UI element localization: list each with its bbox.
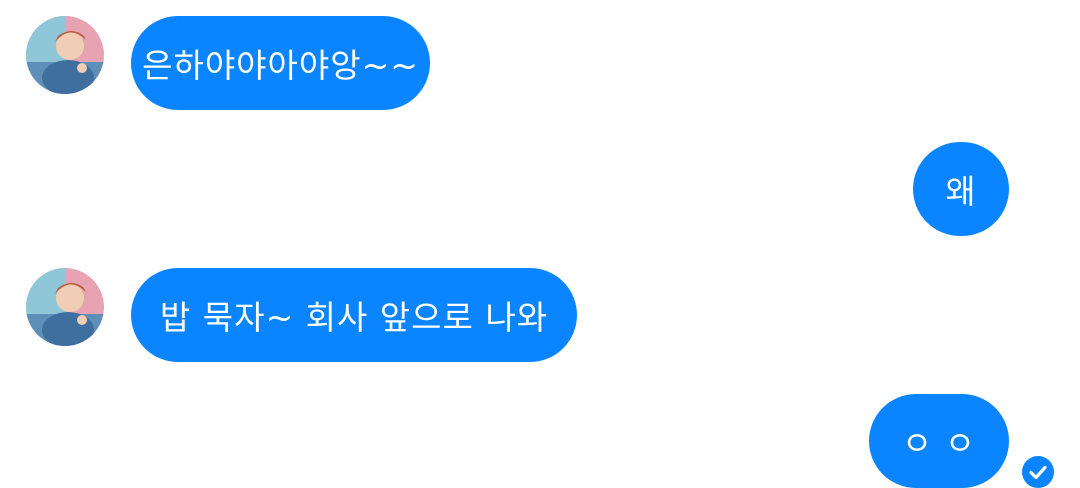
contact-avatar[interactable] xyxy=(26,16,104,94)
message-bubble-outgoing[interactable]: 왜 xyxy=(913,142,1009,236)
message-bubble-outgoing[interactable]: ㅇ ㅇ xyxy=(869,394,1009,488)
avatar-photo-icon xyxy=(26,268,104,346)
message-bubble-incoming[interactable]: 밥 묵자~ 회사 앞으로 나와 xyxy=(131,268,577,362)
check-circle-icon xyxy=(1029,465,1047,480)
message-text: ㅇ ㅇ xyxy=(901,424,977,463)
contact-avatar[interactable] xyxy=(26,268,104,346)
avatar-photo-icon xyxy=(26,16,104,94)
message-text: 밥 묵자~ 회사 앞으로 나와 xyxy=(159,298,549,337)
message-text: 왜 xyxy=(945,172,977,211)
message-bubble-incoming[interactable]: 은하야야아야앙~~ xyxy=(131,16,430,110)
message-text: 은하야야아야앙~~ xyxy=(142,46,419,85)
read-receipt xyxy=(1022,456,1054,488)
